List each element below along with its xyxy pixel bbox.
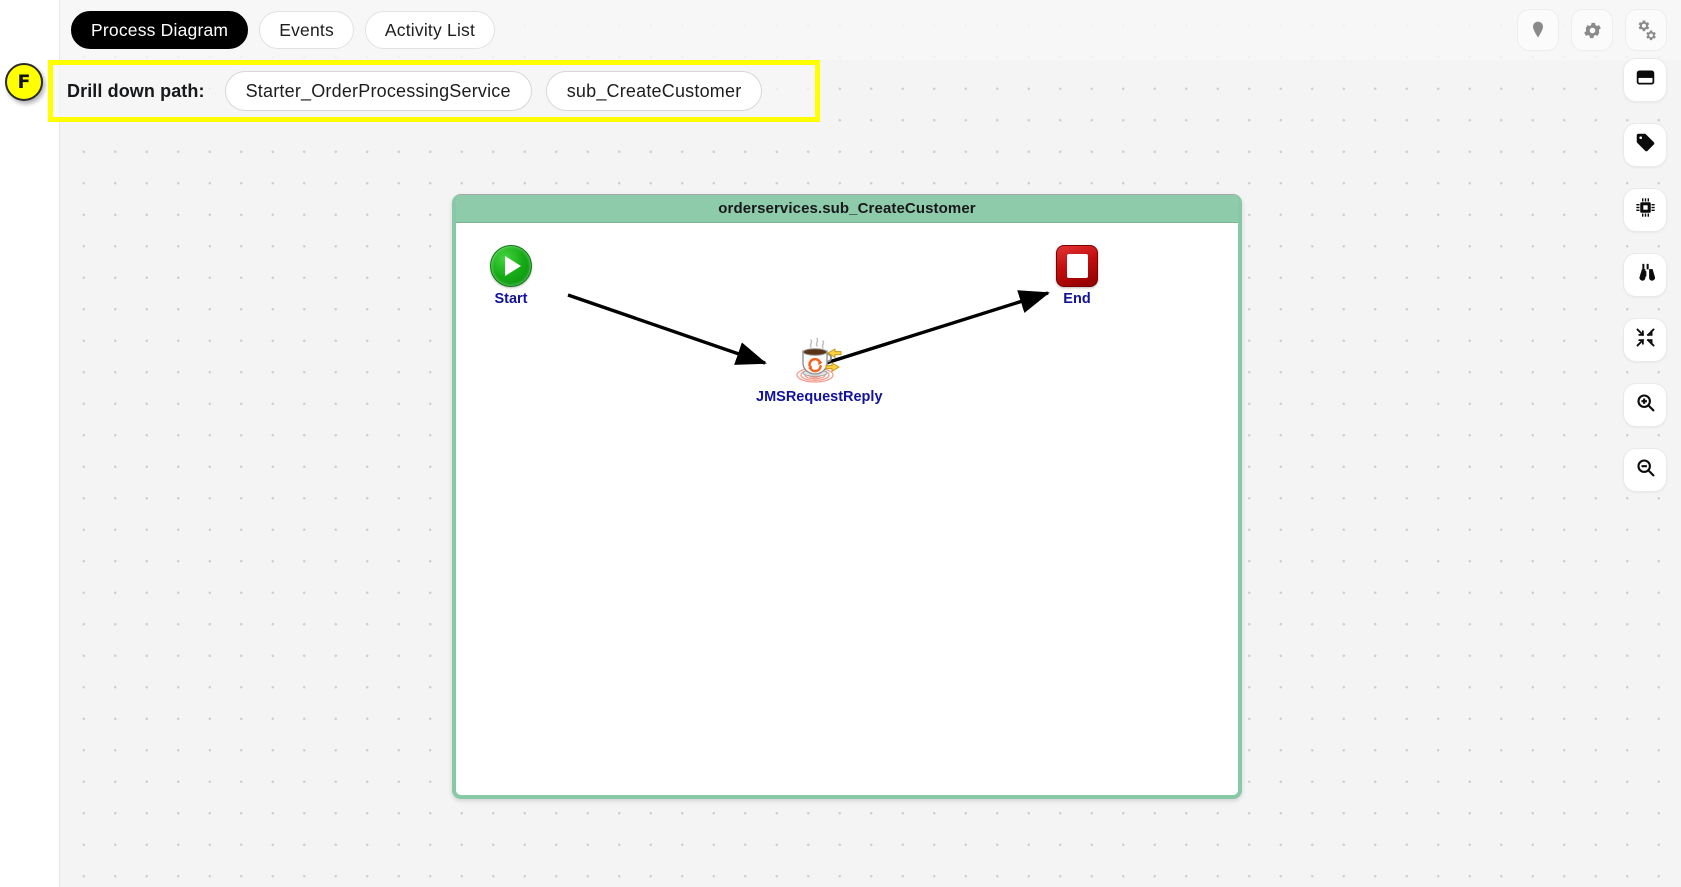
- tab-events-label: Events: [279, 19, 334, 40]
- node-jmsrequestreply[interactable]: JMSRequestReply: [756, 333, 883, 405]
- labels-button[interactable]: [1623, 123, 1667, 167]
- diagram-surface: Start JMSRequestReply End: [456, 223, 1238, 795]
- double-gear-icon: [1635, 19, 1658, 42]
- tab-process-diagram-label: Process Diagram: [91, 19, 229, 40]
- connector-start-to-jms: [567, 293, 767, 365]
- process-diagram-panel: orderservices.sub_CreateCustomer Start J…: [452, 194, 1242, 799]
- fit-to-screen-button[interactable]: [1623, 318, 1667, 362]
- breadcrumb-label: Starter_OrderProcessingService: [245, 80, 511, 101]
- node-end[interactable]: End: [1056, 245, 1098, 307]
- process-diagram-app: Process Diagram Events Activity List F D…: [0, 0, 1681, 887]
- components-button[interactable]: [1623, 188, 1667, 232]
- play-triangle-icon: [505, 256, 521, 276]
- collapse-icon: [1635, 327, 1656, 353]
- tab-bar: Process Diagram Events Activity List: [60, 0, 1681, 60]
- zoom-out-button[interactable]: [1623, 448, 1667, 492]
- drill-down-label: Drill down path:: [67, 80, 205, 101]
- gear-icon: [1582, 20, 1603, 41]
- binoculars-icon: [1635, 262, 1656, 288]
- node-start[interactable]: Start: [490, 245, 532, 307]
- tag-icon: [1635, 132, 1656, 158]
- left-gutter: [0, 0, 60, 887]
- end-event-icon: [1056, 245, 1098, 287]
- node-start-label: Start: [494, 291, 528, 307]
- tab-process-diagram[interactable]: Process Diagram: [71, 11, 249, 49]
- panel-window-icon: [1635, 67, 1656, 93]
- tab-activity-list[interactable]: Activity List: [364, 11, 496, 49]
- jms-request-reply-icon: [790, 333, 848, 385]
- tab-activity-list-label: Activity List: [384, 19, 476, 40]
- connector-layer: [567, 290, 1050, 365]
- end-inner-square: [1066, 254, 1088, 278]
- diagram-title: orderservices.sub_CreateCustomer: [456, 195, 1238, 223]
- location-pin-button[interactable]: [1517, 9, 1559, 51]
- breadcrumb-item-sub-createcustomer[interactable]: sub_CreateCustomer: [545, 71, 763, 111]
- chip-icon: [1635, 197, 1656, 223]
- inspect-button[interactable]: [1623, 253, 1667, 297]
- right-toolbar: [1623, 58, 1667, 492]
- zoom-in-button[interactable]: [1623, 383, 1667, 427]
- drill-down-path-bar: Drill down path: Starter_OrderProcessing…: [48, 60, 820, 122]
- breadcrumb-label: sub_CreateCustomer: [566, 80, 742, 101]
- toggle-panel-button[interactable]: [1623, 58, 1667, 102]
- node-end-label: End: [1063, 291, 1091, 307]
- marker-badge-letter: F: [17, 71, 31, 93]
- node-jmsrequestreply-label: JMSRequestReply: [756, 389, 883, 405]
- header-actions: [1517, 9, 1681, 51]
- breadcrumb-item-starter-orderprocessingservice[interactable]: Starter_OrderProcessingService: [224, 71, 532, 111]
- tab-events[interactable]: Events: [259, 11, 354, 49]
- start-event-icon: [490, 245, 532, 287]
- settings-button[interactable]: [1571, 9, 1613, 51]
- marker-badge-f: F: [5, 63, 43, 101]
- zoom-in-icon: [1635, 392, 1656, 418]
- zoom-out-icon: [1635, 457, 1656, 483]
- advanced-settings-button[interactable]: [1625, 9, 1667, 51]
- location-pin-icon: [1528, 20, 1548, 40]
